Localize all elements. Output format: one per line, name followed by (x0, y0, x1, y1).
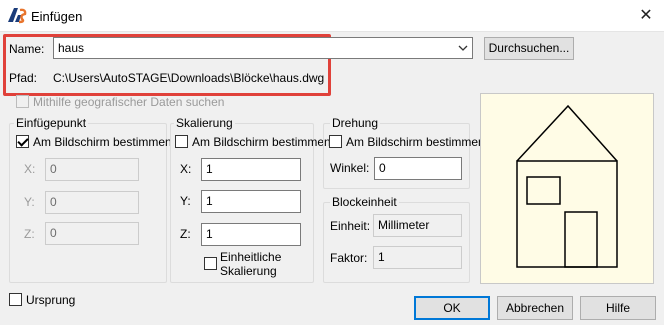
block-unit-legend: Blockeinheit (330, 195, 399, 209)
scale-z-label: Z: (180, 227, 191, 241)
uniform-scale-label-line2: Skalierung (220, 264, 277, 278)
rotation-onscreen-checkbox[interactable] (329, 135, 342, 148)
browse-button[interactable]: Durchsuchen... (484, 37, 574, 60)
insertion-onscreen-label: Am Bildschirm bestimmen (33, 135, 172, 149)
factor-field: 1 (373, 246, 462, 269)
insertion-x-field[interactable]: 0 (45, 158, 139, 181)
insertion-z-label: Z: (24, 227, 35, 241)
scale-z-field[interactable]: 1 (201, 223, 301, 246)
block-preview (480, 93, 654, 284)
insertion-y-field[interactable]: 0 (45, 191, 139, 214)
scale-z-value: 1 (206, 227, 213, 241)
autostage-logo-icon (8, 8, 27, 24)
help-button[interactable]: Hilfe (580, 296, 656, 320)
insertion-z-value: 0 (50, 226, 57, 240)
scale-x-field[interactable]: 1 (201, 158, 301, 181)
origin-checkbox[interactable] (9, 293, 22, 306)
angle-field[interactable]: 0 (374, 157, 462, 180)
scale-x-value: 1 (206, 162, 213, 176)
name-label: Name: (9, 42, 45, 56)
dialog-title: Einfügen (31, 9, 83, 24)
ok-button[interactable]: OK (414, 296, 490, 320)
rotation-legend: Drehung (330, 116, 381, 130)
factor-label: Faktor: (330, 251, 368, 265)
insertion-y-label: Y: (24, 195, 35, 209)
name-value: haus (58, 41, 85, 55)
unit-label: Einheit: (330, 219, 371, 233)
path-value: C:\Users\AutoSTAGE\Downloads\Blöcke\haus… (53, 71, 325, 85)
insertion-point-legend: Einfügepunkt (14, 116, 89, 130)
scale-y-label: Y: (180, 194, 191, 208)
rotation-onscreen-label: Am Bildschirm bestimmen (346, 135, 485, 149)
uniform-scale-label-line1: Einheitliche (220, 250, 282, 264)
scale-x-label: X: (180, 162, 192, 176)
uniform-scale-checkbox[interactable] (204, 257, 217, 270)
scale-y-value: 1 (206, 194, 213, 208)
scale-onscreen-checkbox[interactable] (175, 135, 188, 148)
scale-legend: Skalierung (174, 116, 235, 130)
unit-value: Millimeter (378, 218, 430, 232)
house-preview-drawing (516, 104, 618, 268)
close-icon[interactable]: ✕ (633, 4, 659, 28)
angle-value: 0 (379, 161, 386, 175)
insertion-y-value: 0 (50, 195, 57, 209)
geo-data-checkbox[interactable] (16, 95, 29, 108)
name-combobox[interactable]: haus (53, 37, 473, 59)
scale-y-field[interactable]: 1 (201, 190, 301, 213)
origin-label: Ursprung (26, 293, 76, 307)
insertion-onscreen-checkbox[interactable] (16, 135, 29, 148)
path-label: Pfad: (9, 71, 38, 85)
scale-onscreen-label: Am Bildschirm bestimmen (192, 135, 331, 149)
unit-field: Millimeter (373, 214, 462, 237)
insertion-x-label: X: (24, 162, 36, 176)
geo-data-label: Mithilfe geografischer Daten suchen (33, 95, 225, 109)
insertion-z-field[interactable]: 0 (45, 222, 139, 245)
angle-label: Winkel: (330, 161, 370, 175)
title-bar: Einfügen ✕ (0, 0, 664, 32)
cancel-button[interactable]: Abbrechen (497, 296, 573, 320)
insertion-x-value: 0 (50, 162, 57, 176)
chevron-down-icon[interactable] (458, 45, 468, 52)
factor-value: 1 (378, 250, 385, 264)
